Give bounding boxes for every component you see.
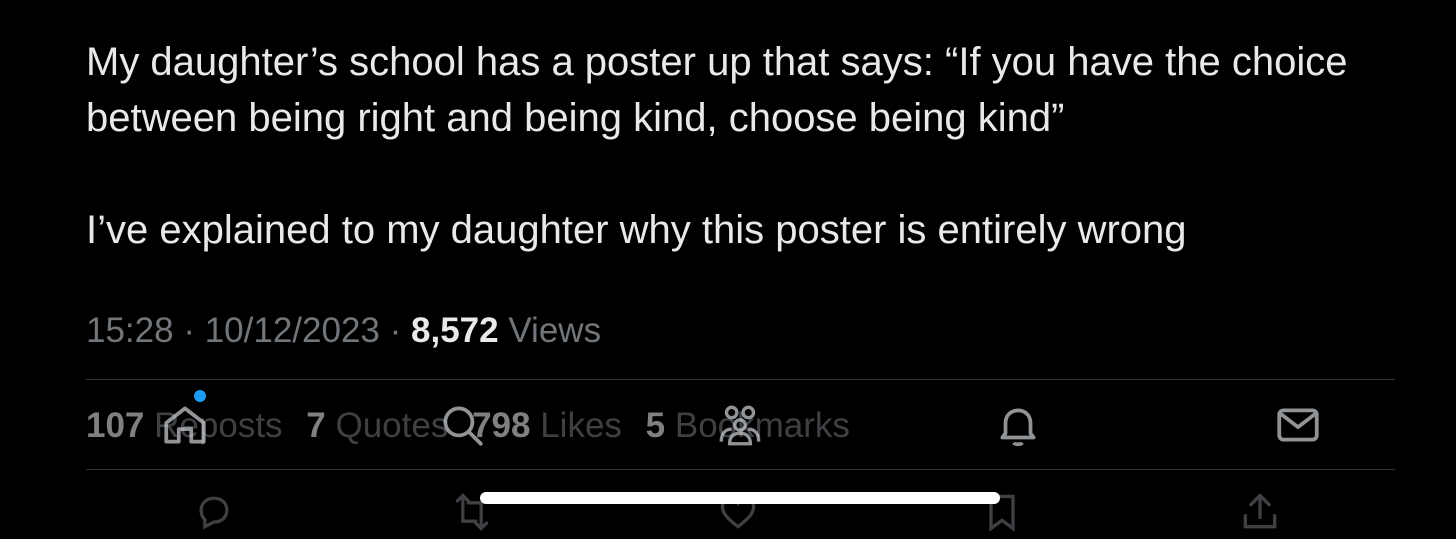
tweet-body: My daughter’s school has a poster up tha…	[86, 34, 1406, 258]
views-label[interactable]: Views	[508, 311, 601, 350]
search-icon	[443, 406, 483, 446]
reply-button[interactable]	[192, 490, 240, 530]
nav-home-button[interactable]	[155, 390, 215, 460]
notifications-icon	[1000, 408, 1036, 447]
tweet-date: 10/12/2023	[204, 311, 380, 350]
share-icon	[1243, 493, 1277, 529]
reply-icon	[199, 496, 229, 530]
nav-communities-button[interactable]	[710, 390, 770, 460]
tweet-meta: 15:28 · 10/12/2023 · 8,572 Views	[86, 308, 601, 354]
meta-separator: ·	[183, 311, 195, 350]
communities-icon	[719, 405, 761, 446]
divider	[86, 379, 1395, 380]
home-indicator-bar[interactable]	[480, 492, 1000, 504]
views-count[interactable]: 8,572	[411, 311, 499, 350]
tweet-time: 15:28	[86, 311, 174, 350]
messages-icon	[1277, 408, 1319, 442]
tweet-paragraph-1: My daughter’s school has a poster up tha…	[86, 40, 1348, 140]
tweet-paragraph-2: I’ve explained to my daughter why this p…	[86, 208, 1187, 252]
nav-messages-button[interactable]	[1268, 390, 1328, 460]
bottom-nav-bar	[0, 390, 1456, 470]
home-icon	[164, 406, 206, 444]
nav-search-button[interactable]	[432, 390, 492, 460]
share-button[interactable]	[1238, 490, 1286, 530]
meta-separator: ·	[389, 311, 402, 350]
home-notification-dot	[194, 390, 206, 402]
nav-notifications-button[interactable]	[988, 390, 1048, 460]
